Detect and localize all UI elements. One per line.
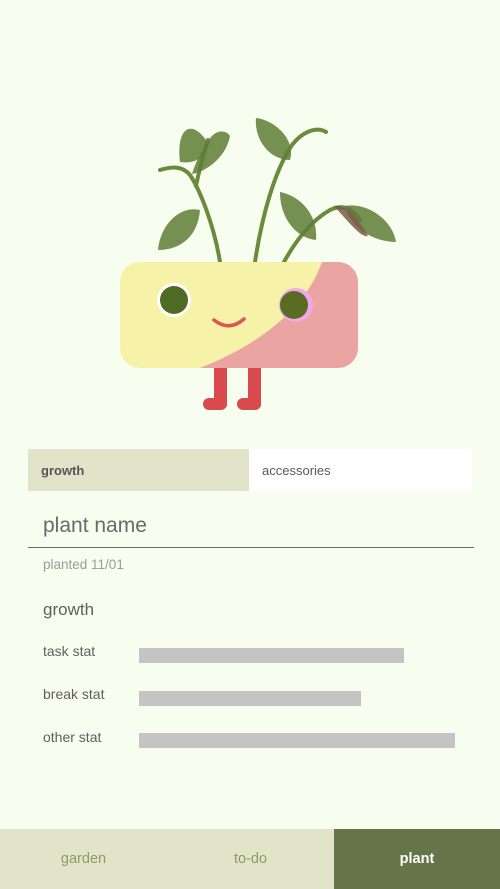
tab-accessories[interactable]: accessories <box>249 449 472 491</box>
pot <box>120 262 358 368</box>
task-stat-label: task stat <box>43 643 96 659</box>
planted-date: planted 11/01 <box>43 557 124 572</box>
other-stat-label: other stat <box>43 729 102 745</box>
nav-todo[interactable]: to-do <box>167 829 334 889</box>
task-stat-bar <box>139 648 475 663</box>
plant-character-illustration <box>120 118 396 410</box>
break-stat-label: break stat <box>43 686 105 702</box>
growth-heading: growth <box>43 600 95 619</box>
plant-name-input[interactable] <box>28 505 474 548</box>
break-stat-bar-fill <box>139 691 361 706</box>
task-stat-bar-fill <box>139 648 405 663</box>
nav-garden[interactable]: garden <box>0 829 167 889</box>
break-stat-bar <box>139 691 475 706</box>
nav-plant[interactable]: plant <box>334 829 500 889</box>
other-stat-bar-fill <box>139 733 455 748</box>
other-stat-bar <box>139 733 475 748</box>
tab-growth[interactable]: growth <box>28 449 249 491</box>
